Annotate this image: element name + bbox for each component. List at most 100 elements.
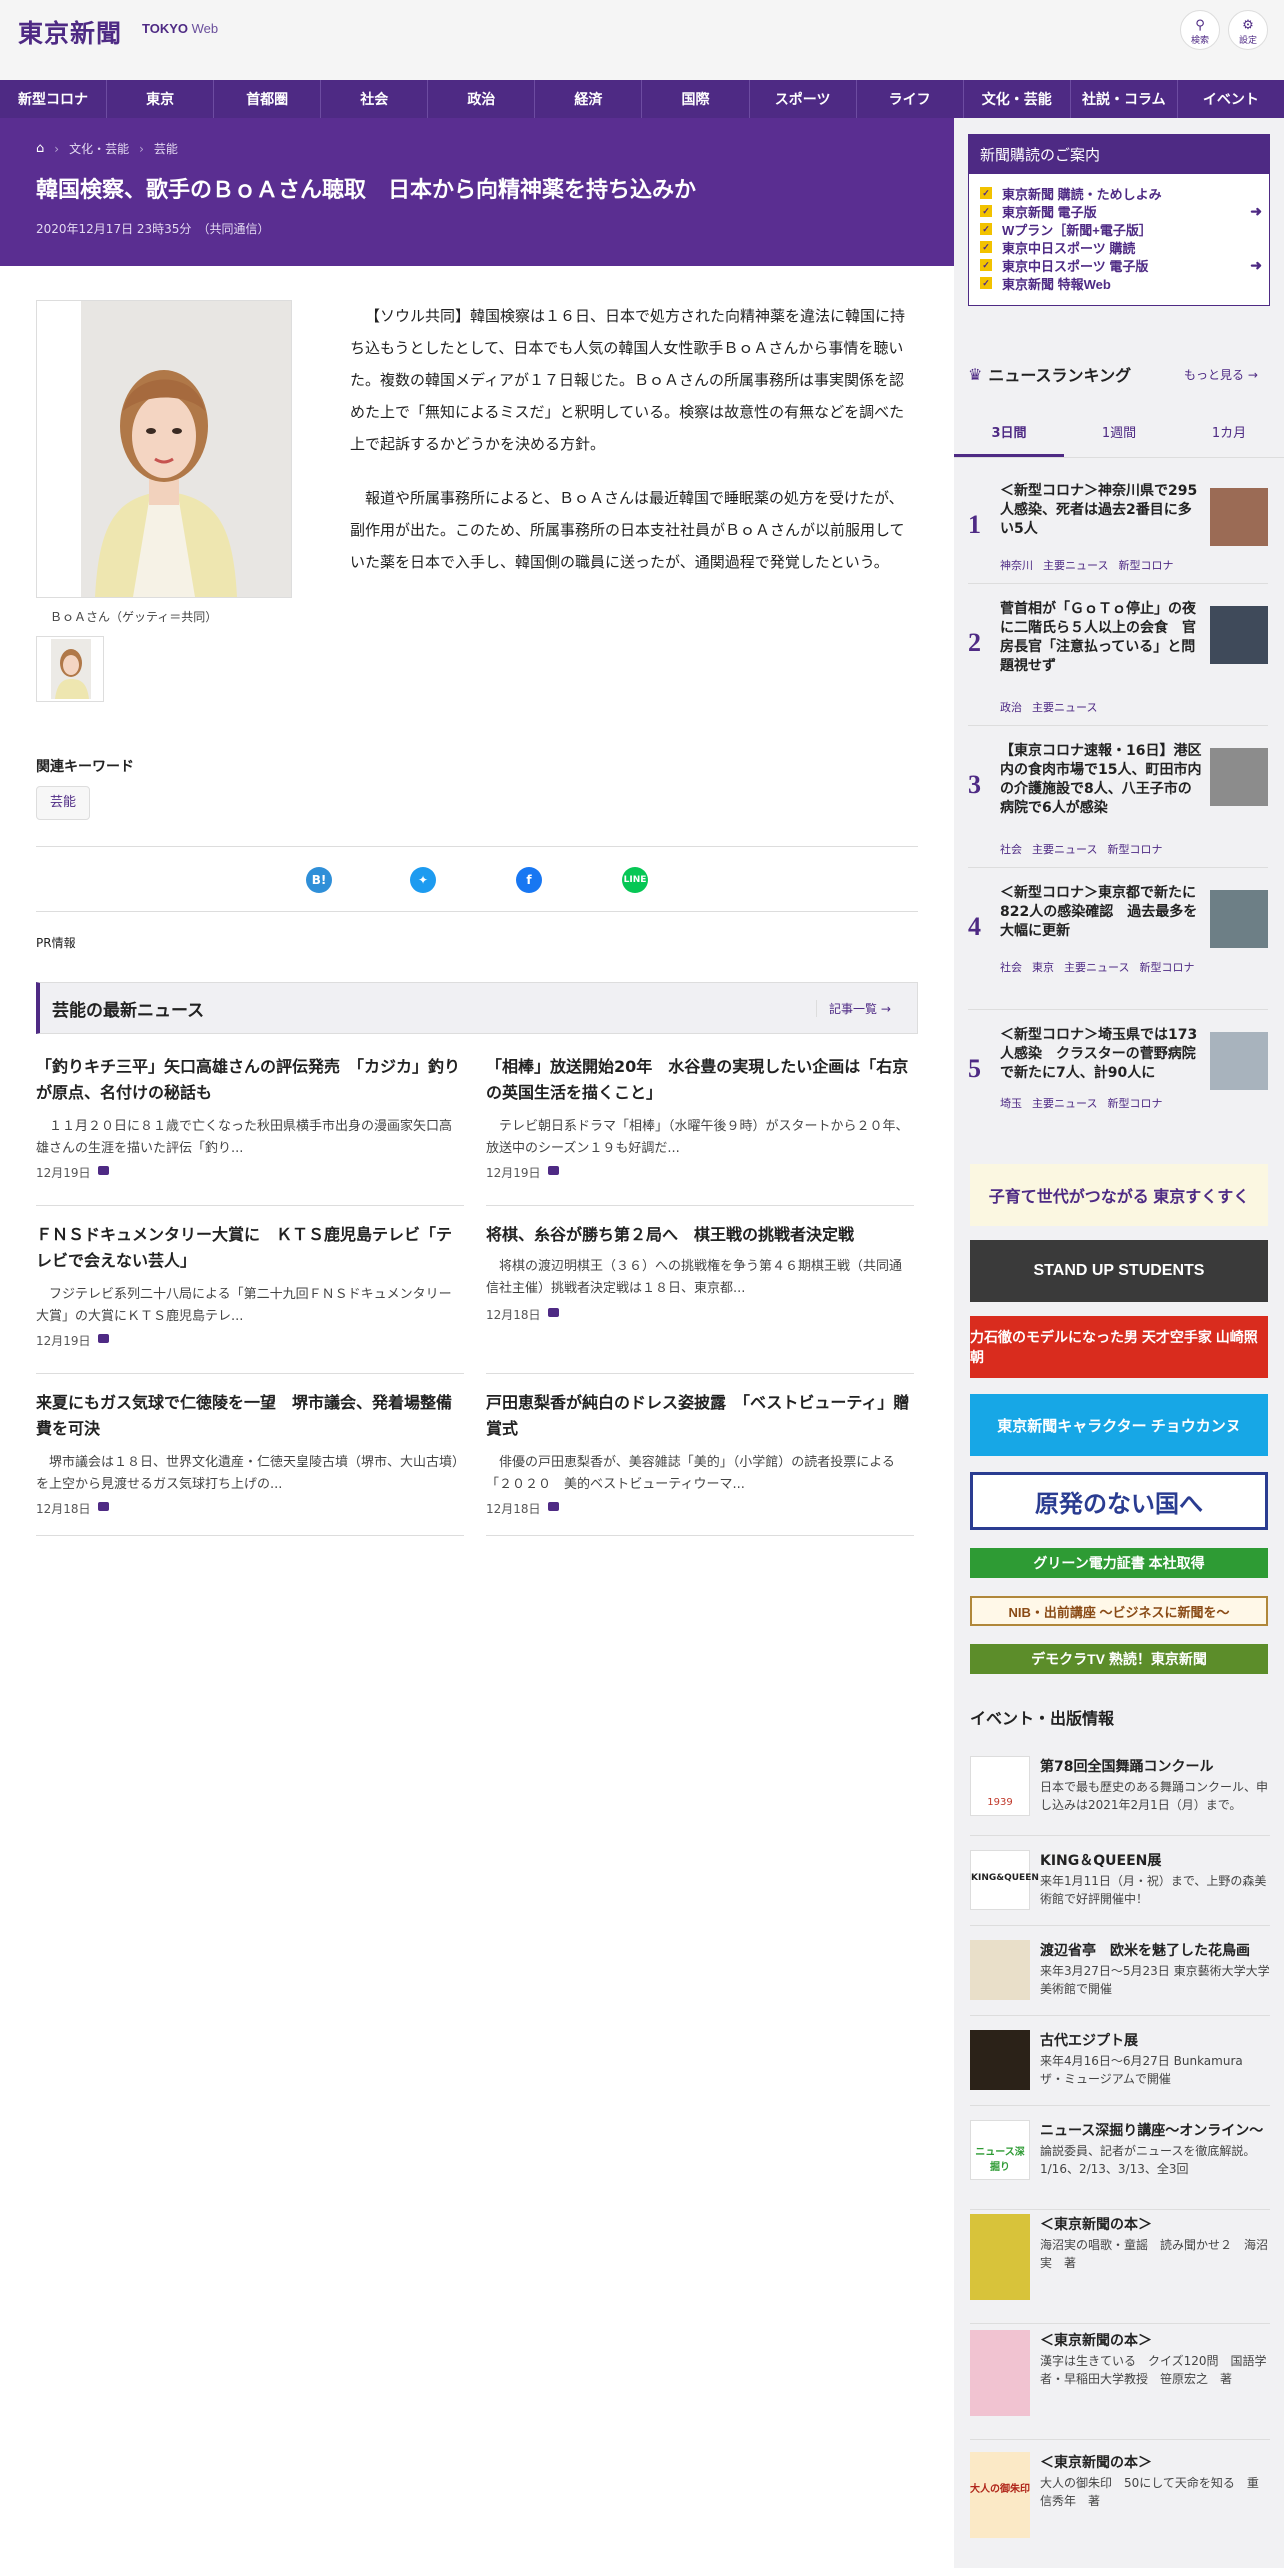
event-title[interactable]: 第78回全国舞踊コンクール bbox=[1040, 1756, 1213, 1776]
event-item[interactable]: ニュース深掘り ニュース深掘り講座～オンライン～ 論説委員、記者がニュースを徹底… bbox=[970, 2120, 1270, 2210]
breadcrumb-item[interactable]: 文化・芸能 bbox=[69, 140, 129, 157]
facebook-icon[interactable]: f bbox=[516, 867, 542, 893]
tab-1month[interactable]: 1カ月 bbox=[1174, 412, 1284, 457]
subscription-link[interactable]: ✓ 東京新聞 特報Web bbox=[980, 274, 1262, 292]
event-title[interactable]: ＜東京新聞の本＞ bbox=[1040, 2214, 1152, 2234]
subscription-link[interactable]: ✓ Wプラン［新聞+電子版］ bbox=[980, 220, 1262, 238]
tab-3days[interactable]: 3日間 bbox=[954, 412, 1064, 457]
banner-no-nuclear[interactable]: 原発のない国へ bbox=[970, 1472, 1268, 1530]
news-card-title[interactable]: 戸田恵梨香が純白のドレス姿披露 「ベストビューティ」贈賞式 bbox=[486, 1390, 914, 1442]
search-button[interactable]: ⚲ 検索 bbox=[1180, 10, 1220, 50]
event-item[interactable]: 渡辺省亭 欧米を魅了した花鳥画 来年3月27日～5月23日 東京藝術大学大学美術… bbox=[970, 1940, 1270, 2016]
banner-yamazaki[interactable]: 力石徹のモデルになった男 天才空手家 山崎照朝 bbox=[970, 1316, 1268, 1378]
gear-icon: ⚙ bbox=[1242, 18, 1254, 33]
banner-nib[interactable]: NIB・出前講座 ～ビジネスに新聞を～ bbox=[970, 1596, 1268, 1626]
latest-news-more-link[interactable]: 記事一覧 → bbox=[816, 1000, 891, 1017]
home-icon[interactable]: ⌂ bbox=[36, 141, 44, 156]
ranking-more-link[interactable]: もっと見る → bbox=[1184, 366, 1258, 383]
hatena-bookmark-icon[interactable]: B! bbox=[306, 867, 332, 893]
event-item[interactable]: 1939 第78回全国舞踊コンクール 日本で最も歴史のある舞踊コンクール、申し込… bbox=[970, 1756, 1270, 1836]
news-card[interactable]: 来夏にもガス気球で仁徳陵を一望 堺市議会、発着場整備費を可決 堺市議会は１８日、… bbox=[36, 1390, 464, 1536]
nav-item[interactable]: 社説・コラム bbox=[1071, 80, 1178, 118]
subscription-link[interactable]: ✓ 東京中日スポーツ 購読 bbox=[980, 238, 1262, 256]
event-title[interactable]: 古代エジプト展 bbox=[1040, 2030, 1138, 2050]
ranking-thumbnail[interactable] bbox=[1210, 1032, 1268, 1090]
news-card[interactable]: 「釣りキチ三平」矢口高雄さんの評伝発売 「カジカ」釣りが原点、名付けの秘話も １… bbox=[36, 1054, 464, 1206]
event-title[interactable]: ニュース深掘り講座～オンライン～ bbox=[1040, 2120, 1263, 2140]
nav-item[interactable]: 文化・芸能 bbox=[964, 80, 1071, 118]
news-card-title[interactable]: ＦＮＳドキュメンタリー大賞に ＫＴＳ鹿児島テレビ「テレビで会えない芸人」 bbox=[36, 1222, 464, 1274]
ranking-tags: 政治 主要ニュース bbox=[1000, 701, 1098, 714]
ranking-item[interactable]: 3 【東京コロナ速報・16日】港区内の食肉市場で15人、町田市内の介護施設で8人… bbox=[968, 742, 1268, 868]
ranking-title-text[interactable]: ＜新型コロナ＞東京都で新たに822人の感染確認 過去最多を大幅に更新 bbox=[1000, 884, 1204, 941]
nav-item[interactable]: イベント bbox=[1178, 80, 1284, 118]
event-thumbnail[interactable] bbox=[970, 2030, 1030, 2090]
twitter-icon[interactable]: ✦ bbox=[410, 867, 436, 893]
banner-stand-up-students[interactable]: STAND UP STUDENTS bbox=[970, 1240, 1268, 1302]
event-item[interactable]: ＜東京新聞の本＞ 漢字は生きている クイズ120問 国語学者・早稲田大学教授 笹… bbox=[970, 2330, 1270, 2440]
event-thumbnail[interactable]: ニュース深掘り bbox=[970, 2120, 1030, 2180]
ranking-item[interactable]: 5 ＜新型コロナ＞埼玉県では173人感染 クラスターの菅野病院で新たに7人、計9… bbox=[968, 1026, 1268, 1128]
breadcrumb-item[interactable]: 芸能 bbox=[154, 140, 178, 157]
nav-item[interactable]: スポーツ bbox=[750, 80, 857, 118]
ranking-title-text[interactable]: ＜新型コロナ＞埼玉県では173人感染 クラスターの菅野病院で新たに7人、計90人… bbox=[1000, 1026, 1204, 1083]
ranking-title-text[interactable]: 【東京コロナ速報・16日】港区内の食肉市場で15人、町田市内の介護施設で8人、八… bbox=[1000, 742, 1204, 818]
nav-item[interactable]: 首都圏 bbox=[214, 80, 322, 118]
nav-item[interactable]: 国際 bbox=[642, 80, 750, 118]
event-desc: 海沼実の唱歌・童謡 読み聞かせ２ 海沼実 著 bbox=[1040, 2238, 1269, 2270]
tab-1week[interactable]: 1週間 bbox=[1064, 412, 1174, 457]
subscription-link[interactable]: ✓ 東京新聞 電子版 ➜ bbox=[980, 202, 1262, 220]
ranking-item[interactable]: 2 菅首相が「ＧｏＴｏ停止」の夜に二階氏ら５人以上の会食 官房長官「注意払ってい… bbox=[968, 600, 1268, 726]
event-title[interactable]: 渡辺省亭 欧米を魅了した花鳥画 bbox=[1040, 1940, 1250, 1960]
banner-green-power[interactable]: グリーン電力証書 本社取得 bbox=[970, 1548, 1268, 1578]
ranking-thumbnail[interactable] bbox=[1210, 606, 1268, 664]
news-card[interactable]: ＦＮＳドキュメンタリー大賞に ＫＴＳ鹿児島テレビ「テレビで会えない芸人」 フジテ… bbox=[36, 1222, 464, 1374]
ranking-item[interactable]: 1 ＜新型コロナ＞神奈川県で295人感染、死者は過去2番目に多い5人 神奈川 主要… bbox=[968, 482, 1268, 584]
nav-item[interactable]: 新型コロナ bbox=[0, 80, 108, 118]
nav-item[interactable]: 東京 bbox=[107, 80, 215, 118]
event-thumbnail[interactable]: KING&QUEEN bbox=[970, 1850, 1039, 1910]
news-card[interactable]: 「相棒」放送開始20年 水谷豊の実現したい企画は「右京の英国生活を描くこと」 テ… bbox=[486, 1054, 914, 1206]
event-item[interactable]: ＜東京新聞の本＞ 海沼実の唱歌・童謡 読み聞かせ２ 海沼実 著 bbox=[970, 2214, 1270, 2324]
event-thumbnail[interactable] bbox=[970, 2330, 1030, 2416]
news-card-title[interactable]: 来夏にもガス気球で仁徳陵を一望 堺市議会、発着場整備費を可決 bbox=[36, 1390, 464, 1442]
event-item[interactable]: 古代エジプト展 来年4月16日～6月27日 Bunkamura ザ・ミュージアム… bbox=[970, 2030, 1270, 2106]
banner-choukanu[interactable]: 東京新聞キャラクター チョウカンヌ bbox=[970, 1394, 1268, 1456]
share-bar: B! ✦ f LINE bbox=[36, 846, 918, 912]
settings-button[interactable]: ⚙ 設定 bbox=[1228, 10, 1268, 50]
banner-democra-tv[interactable]: デモクラTV 熟読！東京新聞 bbox=[970, 1644, 1268, 1674]
event-item[interactable]: KING&QUEEN KING＆QUEEN展 来年1月11日（月・祝）まで、上野… bbox=[970, 1850, 1270, 1926]
event-thumbnail[interactable]: 1939 bbox=[970, 1756, 1030, 1816]
event-thumbnail[interactable] bbox=[970, 1940, 1030, 2000]
ranking-thumbnail[interactable] bbox=[1210, 488, 1268, 546]
nav-item[interactable]: 社会 bbox=[321, 80, 429, 118]
event-thumbnail[interactable] bbox=[970, 2214, 1030, 2300]
event-item[interactable]: 大人の御朱印 ＜東京新聞の本＞ 大人の御朱印 50にして天命を知る 重信秀年 著 bbox=[970, 2452, 1270, 2548]
nav-item[interactable]: 経済 bbox=[535, 80, 643, 118]
subscription-link[interactable]: ✓ 東京中日スポーツ 電子版 ➜ bbox=[980, 256, 1262, 274]
event-title[interactable]: ＜東京新聞の本＞ bbox=[1040, 2452, 1152, 2472]
nav-item[interactable]: 政治 bbox=[428, 80, 536, 118]
event-thumbnail[interactable]: 大人の御朱印 bbox=[970, 2452, 1030, 2538]
news-card-title[interactable]: 「相棒」放送開始20年 水谷豊の実現したい企画は「右京の英国生活を描くこと」 bbox=[486, 1054, 914, 1106]
ranking-item[interactable]: 4 ＜新型コロナ＞東京都で新たに822人の感染確認 過去最多を大幅に更新 社会東… bbox=[968, 884, 1268, 1010]
site-logo[interactable]: 東京新聞 bbox=[18, 14, 122, 50]
news-card-desc: 俳優の戸田恵梨香が、美容雑誌「美的」（小学館）の読者投票による「２０２０ 美的ベ… bbox=[486, 1455, 895, 1492]
photo-thumbnail[interactable] bbox=[36, 636, 104, 702]
event-title[interactable]: ＜東京新聞の本＞ bbox=[1040, 2330, 1152, 2350]
ranking-title-text[interactable]: ＜新型コロナ＞神奈川県で295人感染、死者は過去2番目に多い5人 bbox=[1000, 482, 1204, 539]
news-card-title[interactable]: 将棋、糸谷が勝ち第２局へ 棋王戦の挑戦者決定戦 bbox=[486, 1222, 914, 1248]
news-card-title[interactable]: 「釣りキチ三平」矢口高雄さんの評伝発売 「カジカ」釣りが原点、名付けの秘話も bbox=[36, 1054, 464, 1106]
subscription-link[interactable]: ✓ 東京新聞 購読・ためしよみ bbox=[980, 184, 1262, 202]
event-title[interactable]: KING＆QUEEN展 bbox=[1040, 1850, 1161, 1870]
article-photo[interactable] bbox=[36, 300, 292, 598]
nav-item[interactable]: ライフ bbox=[857, 80, 964, 118]
line-icon[interactable]: LINE bbox=[622, 867, 648, 893]
banner-sukusuku[interactable]: 子育て世代がつながる 東京すくすく bbox=[970, 1164, 1268, 1226]
ranking-title-text[interactable]: 菅首相が「ＧｏＴｏ停止」の夜に二階氏ら５人以上の会食 官房長官「注意払っている」… bbox=[1000, 600, 1204, 676]
ranking-thumbnail[interactable] bbox=[1210, 890, 1268, 948]
news-card[interactable]: 将棋、糸谷が勝ち第２局へ 棋王戦の挑戦者決定戦 将棋の渡辺明棋王（３６）への挑戦… bbox=[486, 1222, 914, 1374]
keyword-chip[interactable]: 芸能 bbox=[36, 786, 90, 820]
ranking-thumbnail[interactable] bbox=[1210, 748, 1268, 806]
news-card[interactable]: 戸田恵梨香が純白のドレス姿披露 「ベストビューティ」贈賞式 俳優の戸田恵梨香が、… bbox=[486, 1390, 914, 1536]
